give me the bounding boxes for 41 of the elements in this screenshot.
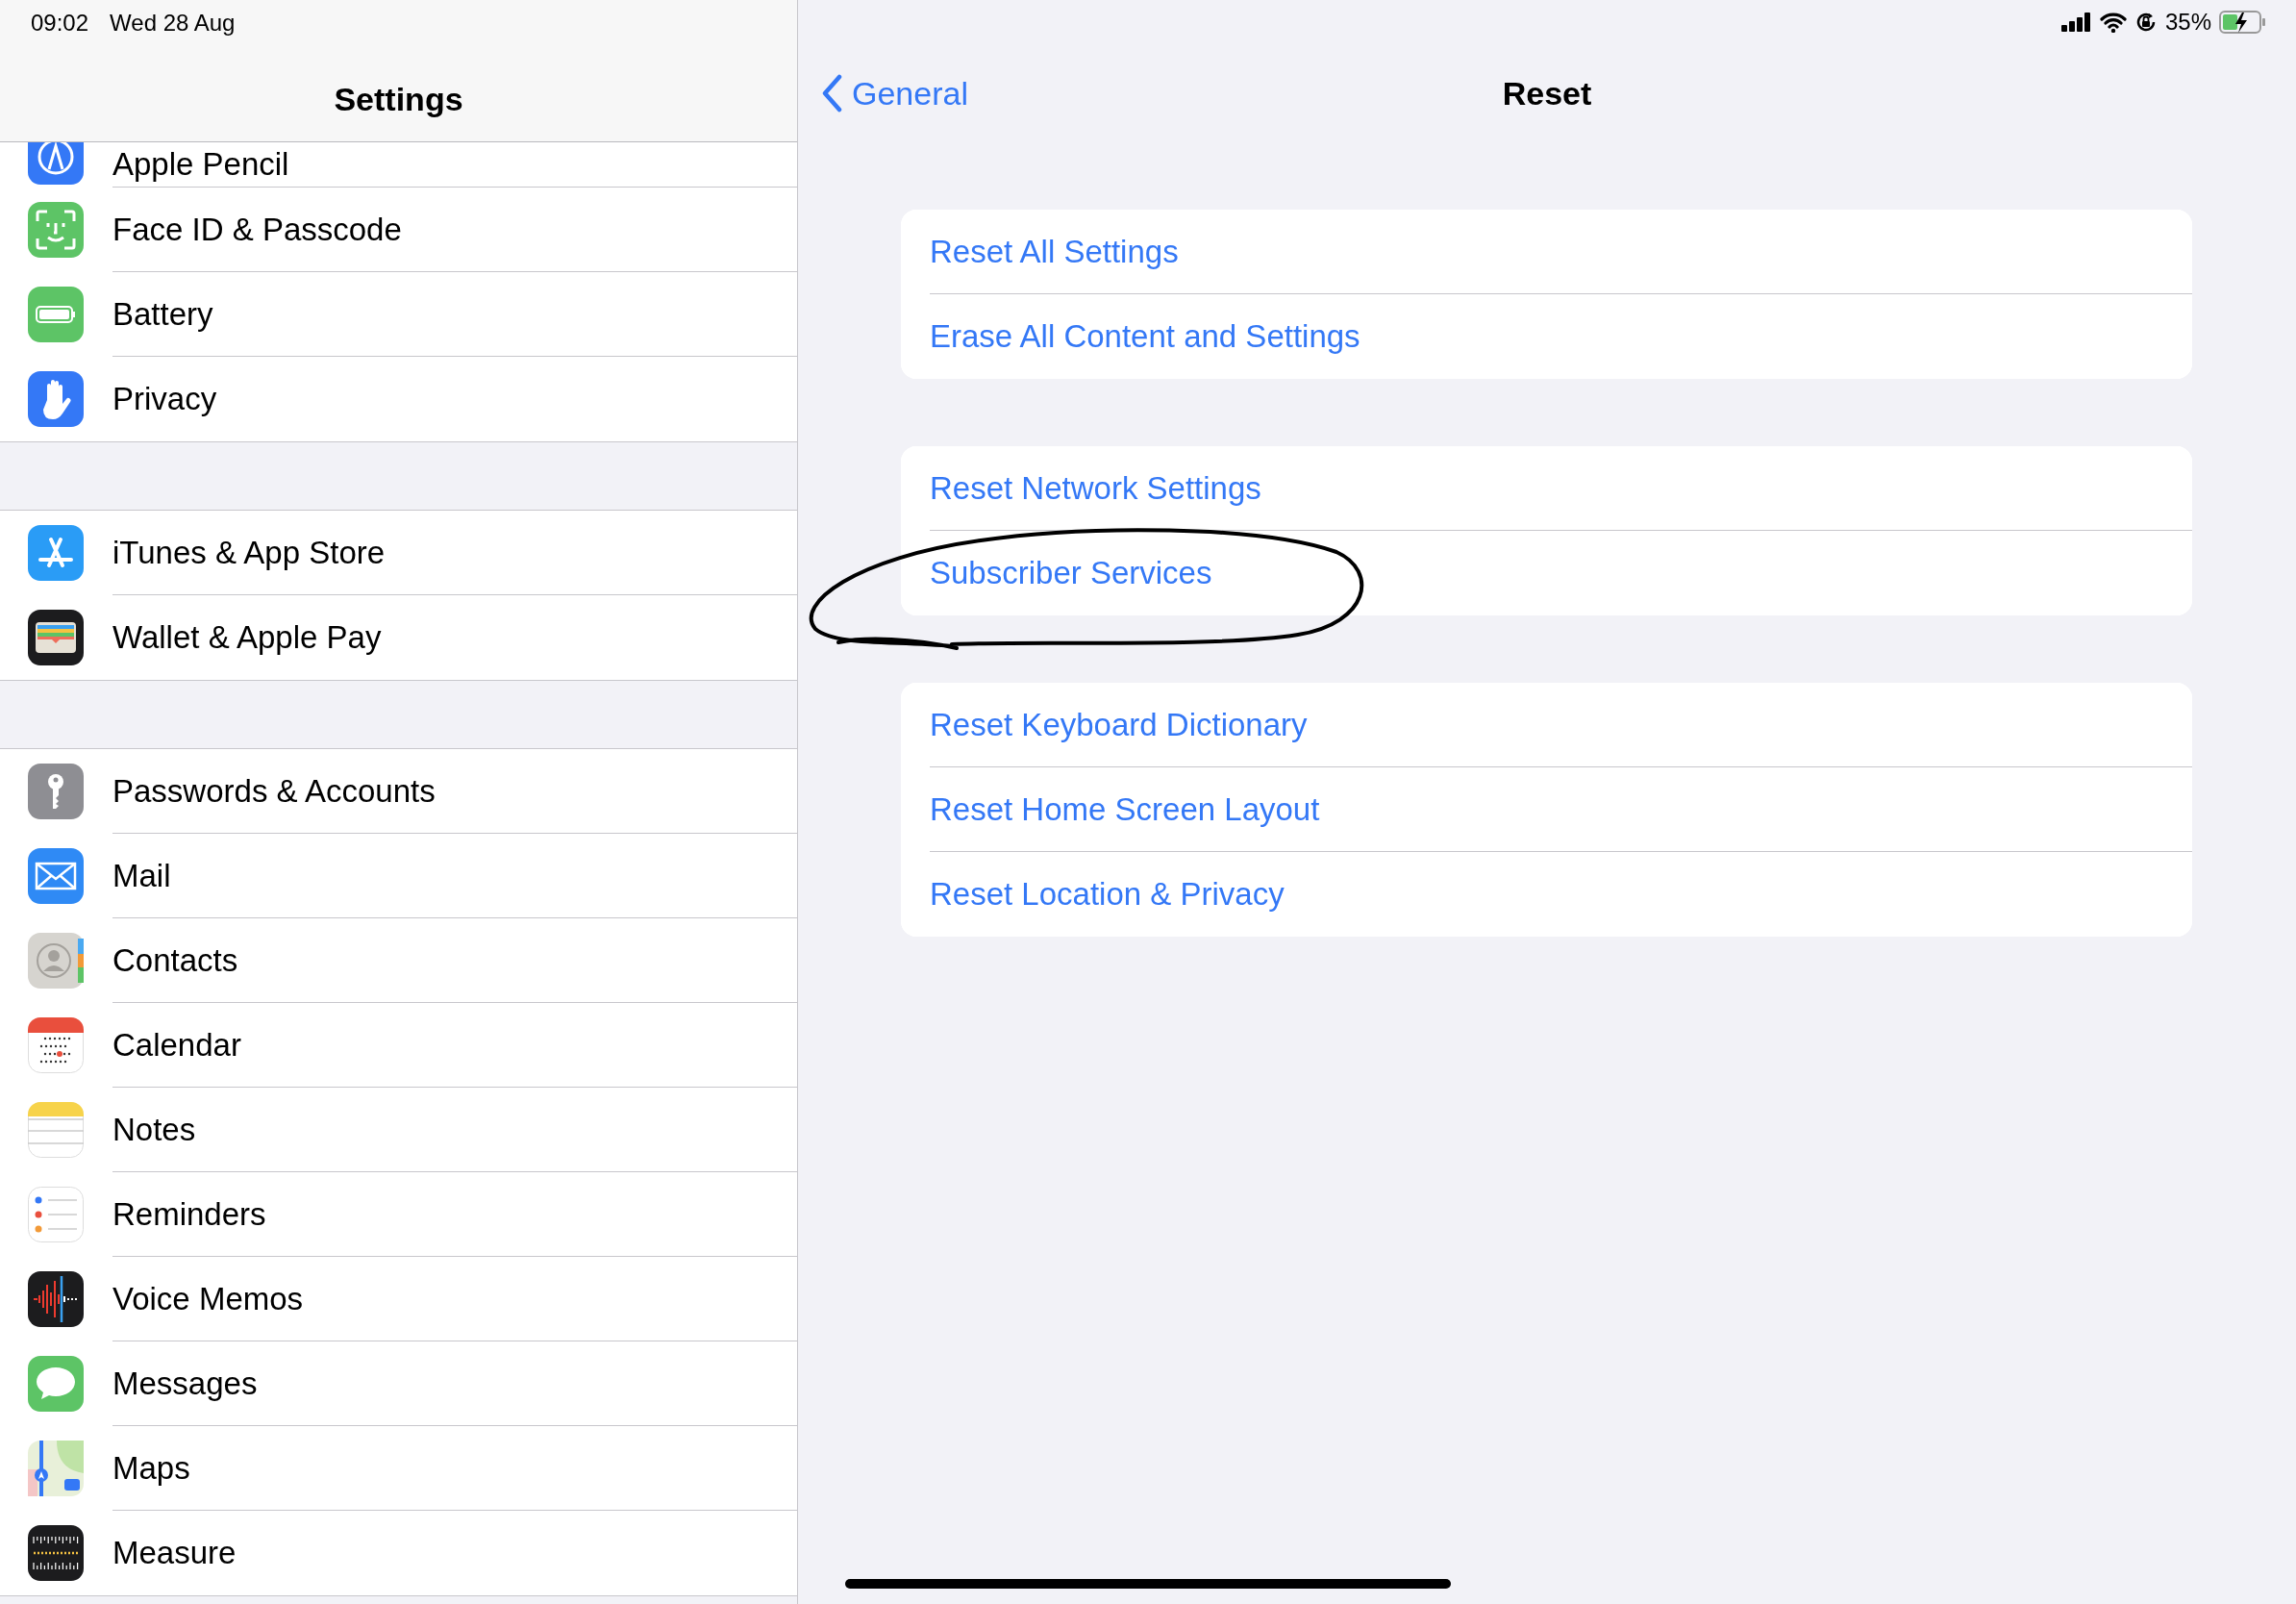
face-scan-icon bbox=[28, 202, 84, 258]
status-date: Wed 28 Aug bbox=[110, 10, 236, 38]
settings-item[interactable]: Mail bbox=[112, 834, 797, 918]
settings-item[interactable]: Battery bbox=[112, 272, 797, 357]
page-title: Reset bbox=[1502, 74, 1592, 113]
notepad-icon bbox=[28, 1102, 84, 1158]
chevron-left-icon bbox=[821, 74, 842, 113]
app-store-icon bbox=[28, 525, 84, 581]
signal-icon bbox=[2060, 13, 2092, 32]
speech-bubble-icon bbox=[28, 1356, 84, 1412]
settings-item[interactable]: Calendar bbox=[112, 1003, 797, 1088]
checklist-icon bbox=[28, 1187, 84, 1242]
settings-item[interactable]: Face ID & Passcode bbox=[112, 188, 797, 272]
person-icon bbox=[28, 933, 84, 989]
back-button[interactable]: General bbox=[798, 74, 968, 113]
settings-item[interactable]: Apple Pencil bbox=[112, 142, 797, 188]
envelope-icon bbox=[28, 848, 84, 904]
settings-item[interactable]: Measure bbox=[112, 1511, 797, 1595]
battery-icon bbox=[28, 287, 84, 342]
settings-item[interactable]: Wallet & Apple Pay bbox=[112, 595, 797, 680]
settings-item[interactable]: Voice Memos bbox=[112, 1257, 797, 1341]
waveform-icon bbox=[28, 1271, 84, 1327]
settings-item[interactable]: Passwords & Accounts bbox=[112, 749, 797, 834]
wifi-icon bbox=[2099, 12, 2127, 33]
settings-item[interactable]: Maps bbox=[112, 1426, 797, 1511]
settings-item[interactable]: Contacts bbox=[112, 918, 797, 1003]
battery-charging-icon bbox=[2219, 11, 2267, 34]
map-icon bbox=[28, 1441, 84, 1496]
ruler-icon bbox=[28, 1525, 84, 1581]
status-time: 09:02 bbox=[31, 10, 89, 38]
wallet-icon bbox=[28, 610, 84, 665]
settings-item[interactable]: iTunes & App Store bbox=[112, 511, 797, 595]
sidebar-title: Settings bbox=[334, 81, 463, 117]
settings-item[interactable]: Messages bbox=[112, 1341, 797, 1426]
settings-item[interactable]: Notes bbox=[112, 1088, 797, 1172]
battery-percent: 35% bbox=[2164, 9, 2211, 36]
calendar-icon bbox=[28, 1017, 84, 1073]
settings-item[interactable]: Reminders bbox=[112, 1172, 797, 1257]
hand-icon bbox=[28, 371, 84, 427]
key-icon bbox=[28, 764, 84, 819]
settings-item[interactable]: Privacy bbox=[112, 357, 797, 441]
